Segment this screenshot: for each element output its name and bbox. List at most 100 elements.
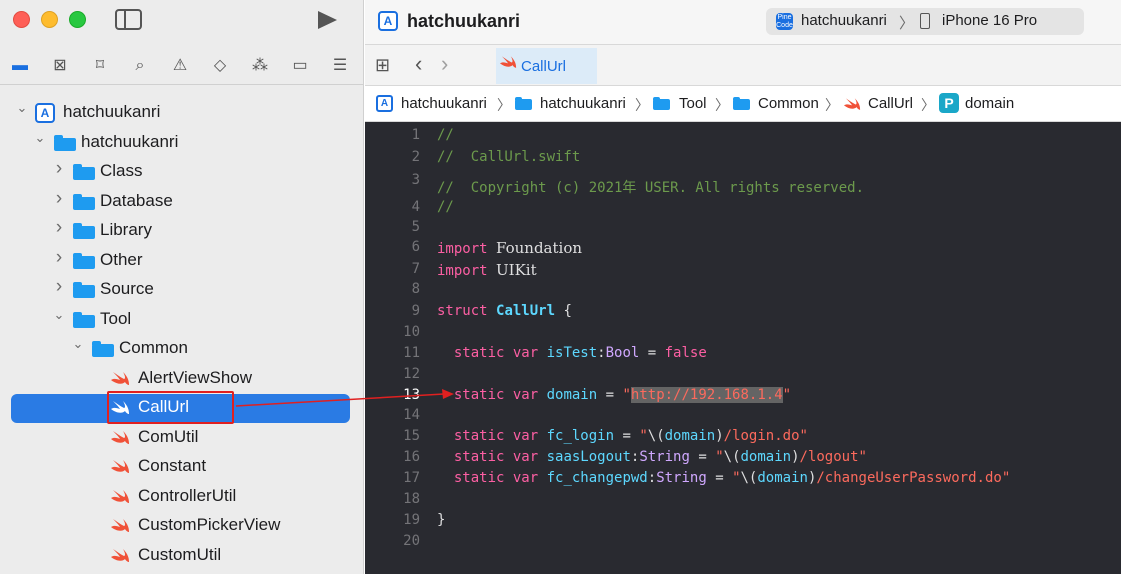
close-window-button[interactable] — [13, 11, 30, 28]
line-number: 4 — [411, 199, 420, 215]
tree-item-label: Common — [119, 338, 188, 357]
tree-item[interactable]: Constant — [0, 452, 364, 481]
line-number: 6 — [411, 239, 420, 255]
run-button[interactable] — [318, 11, 337, 29]
chevron-down-icon[interactable]: ⌄ — [72, 335, 84, 353]
line-number: 12 — [403, 366, 420, 382]
app-project-icon: A — [376, 95, 393, 112]
line-number: 11 — [403, 345, 420, 361]
issue-navigator-icon[interactable]: ⚠ — [170, 56, 190, 76]
chevron-right-icon[interactable]: › — [53, 159, 65, 178]
code-line: static var saasLogout:String = "\(domain… — [453, 449, 867, 465]
tree-item[interactable]: › Source — [0, 275, 364, 304]
tree-item[interactable]: › Database — [0, 187, 364, 216]
chevron-right-icon: 〉 — [899, 15, 915, 32]
line-number: 14 — [403, 407, 420, 423]
folder-icon — [73, 311, 95, 328]
tree-item[interactable]: ⌄ Tool — [0, 305, 364, 334]
breakpoint-navigator-icon[interactable]: ▭ — [290, 56, 310, 76]
tree-item-label: CustomUtil — [138, 544, 222, 564]
tree-item-label: ComUtil — [138, 426, 199, 446]
tree-item-label: hatchuukanri — [63, 102, 161, 121]
folder-icon — [73, 164, 95, 180]
chevron-right-icon[interactable]: › — [53, 189, 65, 208]
folder-icon — [73, 282, 95, 298]
navigator-tabs: ▬ ⊠ ⌑ ⌕ ⚠ ◇ ⁂ ▭ ☰ — [0, 50, 364, 82]
property-icon: P — [939, 93, 959, 113]
chevron-down-icon[interactable]: ⌄ — [16, 99, 28, 117]
folder-icon — [73, 193, 95, 210]
bookmark-navigator-icon[interactable]: ⌑ — [90, 56, 110, 76]
zoom-window-button[interactable] — [69, 11, 86, 28]
chevron-down-icon[interactable]: ⌄ — [34, 129, 46, 147]
folder-icon — [653, 97, 670, 110]
tree-item[interactable]: ⌄ Common — [0, 334, 364, 363]
test-navigator-icon[interactable]: ◇ — [210, 56, 230, 76]
tree-item-label: Tool — [100, 308, 132, 328]
chevron-down-icon[interactable]: ⌄ — [53, 306, 65, 324]
line-number: 1 — [411, 127, 420, 143]
code-editor[interactable]: 1 2 3 4 5 6 7 8 9 10 11 12 13 14 15 16 17 18 19 20 // // Ca… — [365, 122, 1121, 574]
tab-callurl[interactable]: CallUrl — [496, 48, 597, 84]
jumpbar-item[interactable]: hatchuukanri — [540, 95, 626, 112]
iphone-icon — [920, 13, 930, 29]
chevron-right-icon[interactable]: › — [53, 218, 65, 237]
tree-item[interactable]: ComUtil — [0, 423, 364, 452]
chevron-left-icon[interactable]: ‹ — [415, 52, 422, 76]
line-number: 5 — [411, 219, 420, 235]
chevron-right-icon: 〉 — [497, 97, 511, 113]
scheme-name[interactable]: hatchuukanri — [801, 12, 887, 29]
code-line: // Copyright (c) 2021年 USER. All rights … — [437, 180, 865, 196]
chevron-right-icon: 〉 — [715, 97, 729, 113]
swift-file-icon — [111, 489, 130, 505]
window-title: hatchuukanri — [407, 11, 521, 31]
tree-item-label: Source — [100, 279, 154, 298]
line-number: 19 — [403, 512, 420, 528]
swift-file-icon — [500, 55, 519, 71]
folder-icon — [92, 341, 114, 357]
chevron-right-icon[interactable]: › — [53, 277, 65, 296]
minimize-window-button[interactable] — [41, 11, 58, 28]
tree-item[interactable]: ControllerUtil — [0, 482, 364, 511]
line-number: 8 — [411, 281, 420, 297]
tree-item-label: ControllerUtil — [138, 485, 237, 505]
source-control-navigator-icon[interactable]: ⊠ — [50, 56, 70, 76]
annotation-box — [107, 391, 234, 424]
jumpbar-item[interactable]: CallUrl — [868, 95, 913, 112]
tree-item[interactable]: › Library — [0, 216, 364, 245]
swift-file-icon — [111, 548, 130, 564]
code-line: import Foundation — [437, 239, 583, 257]
editor-tab-bar: ⊞ ‹ › CallUrl — [365, 44, 1121, 86]
report-navigator-icon[interactable]: ☰ — [330, 56, 350, 76]
tree-item[interactable]: CustomUtil — [0, 541, 364, 570]
run-destination[interactable]: iPhone 16 Pro — [942, 12, 1037, 29]
tree-item[interactable]: ⌄ hatchuukanri — [0, 128, 364, 157]
tree-item[interactable]: › Class — [0, 157, 364, 186]
divider — [0, 84, 364, 85]
jumpbar-item[interactable]: domain — [965, 95, 1014, 112]
related-items-icon[interactable]: ⊞ — [375, 55, 390, 75]
swift-file-icon — [844, 97, 861, 117]
jumpbar-item[interactable]: Tool — [679, 95, 707, 112]
tree-item[interactable]: AlertViewShow — [0, 364, 364, 393]
debug-navigator-icon[interactable]: ⁂ — [250, 56, 270, 76]
window-titlebar: A hatchuukanri Pine Code hatchuukanri 〉 … — [365, 0, 1121, 44]
project-navigator-icon[interactable]: ▬ — [10, 56, 30, 76]
find-navigator-icon[interactable]: ⌕ — [130, 56, 150, 76]
code-line: // CallUrl.swift — [437, 149, 581, 165]
tree-item[interactable]: CustomPickerView — [0, 511, 364, 540]
chevron-right-icon[interactable]: › — [53, 248, 65, 267]
tree-item[interactable]: › Other — [0, 246, 364, 275]
jump-bar: A hatchuukanri 〉 hatchuukanri 〉 Tool 〉 C… — [365, 86, 1121, 122]
chevron-right-icon[interactable]: › — [441, 52, 448, 76]
line-number: 20 — [403, 533, 420, 549]
app-project-icon: A — [378, 11, 398, 31]
sidebar-toggle-icon[interactable] — [115, 9, 142, 30]
scheme-selector[interactable]: Pine Code hatchuukanri 〉 iPhone 16 Pro — [766, 8, 1084, 35]
code-line: // — [437, 199, 454, 215]
code-line: // — [437, 127, 454, 143]
jumpbar-item[interactable]: hatchuukanri — [401, 95, 487, 112]
jumpbar-item[interactable]: Common — [758, 95, 819, 112]
line-number: 18 — [403, 491, 420, 507]
tree-item[interactable]: ⌄ Ahatchuukanri — [0, 98, 364, 127]
